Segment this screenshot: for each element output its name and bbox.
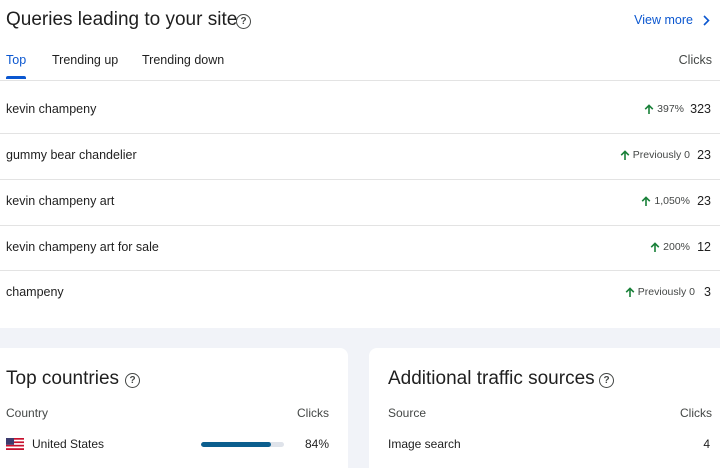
trend-indicator: Previously 0 <box>620 149 690 161</box>
clicks-column-header: Clicks <box>297 406 329 420</box>
source-clicks: 4 <box>703 437 710 451</box>
queries-title: Queries leading to your site <box>6 9 238 30</box>
us-flag-icon <box>6 438 24 450</box>
arrow-up-icon <box>650 241 660 252</box>
traffic-sources-card: Additional traffic sources ? Source Clic… <box>369 348 720 468</box>
chevron-right-icon <box>703 14 710 26</box>
share-bar-fill <box>201 442 271 447</box>
country-name: United States <box>32 437 105 451</box>
arrow-up-icon <box>620 149 630 160</box>
query-row[interactable]: kevin champeny art 1,050% 23 <box>0 180 720 225</box>
arrow-up-icon <box>644 103 654 114</box>
query-text: kevin champeny art for sale <box>6 240 159 254</box>
arrow-up-icon <box>642 195 651 206</box>
query-tabs: Top Trending up Trending down Clicks <box>0 50 720 80</box>
query-row[interactable]: gummy bear chandelier Previously 0 23 <box>0 134 720 179</box>
query-row[interactable]: kevin champeny 397% 323 <box>0 88 720 133</box>
clicks-value: 12 <box>697 240 711 254</box>
top-countries-title: Top countries <box>6 368 120 389</box>
traffic-sources-title: Additional traffic sources <box>388 368 595 389</box>
clicks-column-header: Clicks <box>680 406 712 420</box>
query-text: kevin champeny <box>6 102 97 116</box>
trend-indicator: 200% <box>650 241 690 253</box>
query-text: kevin champeny art <box>6 194 115 208</box>
view-more-link[interactable]: View more <box>634 13 710 27</box>
view-more-label: View more <box>634 13 693 27</box>
trend-value: Previously 0 <box>632 149 690 161</box>
country-column-header: Country <box>6 406 49 420</box>
top-countries-card: Top countries ? Country Clicks United St… <box>0 348 348 468</box>
trend-indicator: Previously 0 <box>625 286 695 298</box>
source-name: Image search <box>388 437 461 451</box>
clicks-column-header: Clicks <box>678 53 712 67</box>
query-text: champeny <box>6 285 64 299</box>
query-row[interactable]: champeny Previously 0 3 <box>0 271 720 316</box>
clicks-value: 23 <box>697 148 711 162</box>
trend-value: 200% <box>663 241 690 253</box>
query-row[interactable]: kevin champeny art for sale 200% 12 <box>0 226 720 271</box>
clicks-value: 323 <box>690 102 711 116</box>
trend-indicator: 397% <box>644 103 684 115</box>
source-column-header: Source <box>388 406 427 420</box>
share-bar <box>201 442 284 447</box>
trend-value: 397% <box>657 103 684 115</box>
help-icon[interactable]: ? <box>125 373 140 388</box>
tab-trending-down[interactable]: Trending down <box>142 53 224 67</box>
clicks-value: 3 <box>704 285 711 299</box>
divider <box>0 80 720 81</box>
queries-card: Queries leading to your site ? View more… <box>0 0 720 328</box>
help-icon[interactable]: ? <box>236 14 251 29</box>
active-tab-indicator <box>6 76 26 79</box>
trend-value: 1,050% <box>654 195 690 207</box>
trend-value: Previously 0 <box>637 286 695 298</box>
arrow-up-icon <box>625 286 635 297</box>
share-value: 84% <box>304 437 329 451</box>
query-text: gummy bear chandelier <box>6 148 137 162</box>
tab-top[interactable]: Top <box>6 53 26 67</box>
tab-trending-up[interactable]: Trending up <box>52 53 118 67</box>
help-icon[interactable]: ? <box>599 373 614 388</box>
trend-indicator: 1,050% <box>641 195 690 207</box>
clicks-value: 23 <box>697 194 711 208</box>
